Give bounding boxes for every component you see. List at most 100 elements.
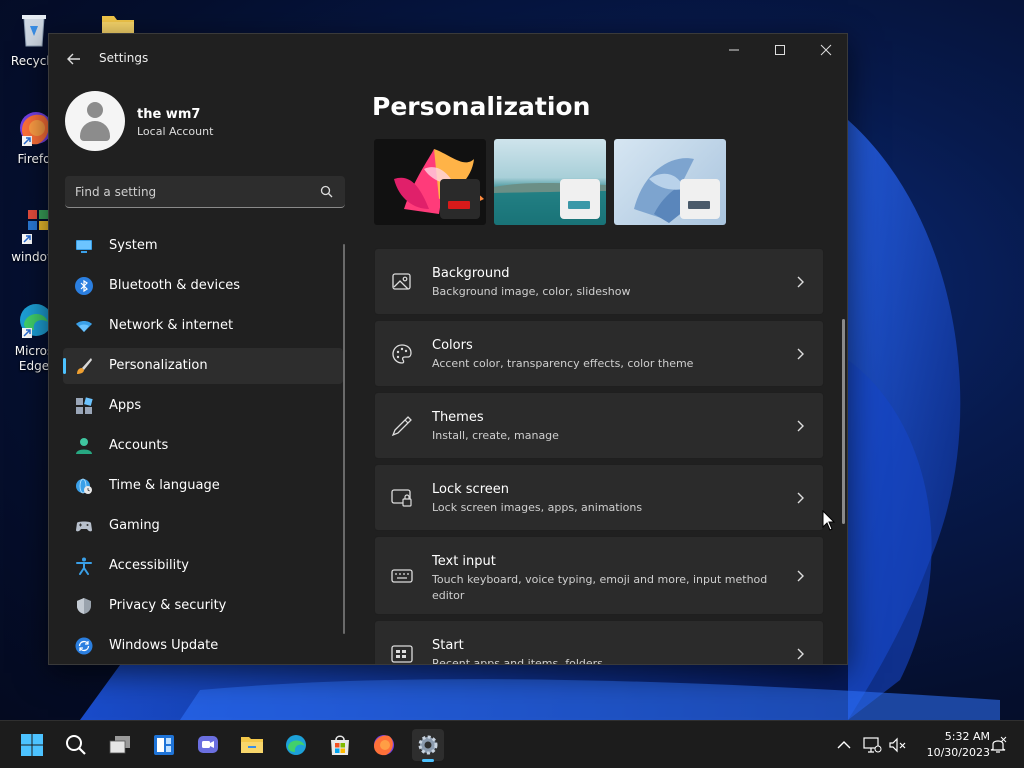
notification-bell-icon[interactable] [988,735,1008,755]
sidebar-nav: System Bluetooth & devices Network & int… [63,228,343,664]
theme-preview-glow[interactable] [374,139,486,225]
settings-cards: Background Background image, color, slid… [374,248,824,664]
sidebar-item-time-language[interactable]: Time & language [63,468,343,504]
minimize-button[interactable] [711,34,757,66]
search-box[interactable] [65,176,345,208]
card-title: Background [432,266,510,281]
file-explorer-button[interactable] [236,729,268,761]
sidebar-item-label: Time & language [109,478,220,493]
user-profile[interactable]: the wm7 Local Account [65,91,345,151]
taskbar-clock[interactable]: 5:32 AM 10/30/2023 [910,729,990,761]
sidebar-item-gaming[interactable]: Gaming [63,508,343,544]
card-title: Start [432,638,464,653]
store-button[interactable] [324,729,356,761]
task-view-button[interactable] [104,729,136,761]
card-background[interactable]: Background Background image, color, slid… [374,248,824,315]
card-title: Text input [432,554,496,569]
monitor-icon [76,240,92,253]
accessibility-icon [76,557,92,575]
chevron-right-icon [797,420,804,432]
card-start[interactable]: Start Recent apps and items, folders [374,620,824,664]
theme-preview-lake[interactable] [494,139,606,225]
sidebar-item-label: Personalization [109,358,208,373]
gear-icon [418,735,438,755]
search-input[interactable] [75,182,305,202]
desktop-icon-folder[interactable] [88,10,148,34]
card-subtitle: Touch keyboard, voice typing, emoji and … [432,573,768,602]
content-scrollbar[interactable] [842,319,845,524]
widgets-icon [154,735,174,755]
chevron-right-icon [797,348,804,360]
sidebar-item-label: Windows Update [109,638,219,653]
search-icon [66,735,86,755]
apps-icon [76,397,93,414]
firefox-icon [374,735,394,756]
avatar-body [80,121,110,141]
bluetooth-icon [75,277,93,295]
wifi-icon [76,321,92,332]
maximize-icon [775,45,785,55]
person-icon [76,438,92,454]
sidebar-item-windows-update[interactable]: Windows Update [63,628,343,664]
palette-icon [392,344,412,364]
store-icon [331,735,349,755]
firefox-button[interactable] [368,729,400,761]
sidebar-item-accessibility[interactable]: Accessibility [63,548,343,584]
card-colors[interactable]: Colors Accent color, transparency effect… [374,320,824,387]
shield-icon [77,598,91,614]
sidebar-item-bluetooth[interactable]: Bluetooth & devices [63,268,343,304]
close-button[interactable] [803,34,847,66]
widgets-button[interactable] [148,729,180,761]
chat-button[interactable] [192,729,224,761]
page-title: Personalization [372,92,591,121]
gamepad-icon [76,521,92,532]
sidebar-item-accounts[interactable]: Accounts [63,428,343,464]
title-bar: Settings [49,34,847,82]
back-button[interactable] [63,48,85,70]
search-taskbar-button[interactable] [60,729,92,761]
card-lock-screen[interactable]: Lock screen Lock screen images, apps, an… [374,464,824,531]
sidebar-item-label: Apps [109,398,142,413]
clock-date: 10/30/2023 [926,746,990,759]
sidebar-item-label: Bluetooth & devices [109,278,240,293]
sidebar-scrollbar[interactable] [343,244,345,634]
card-subtitle: Background image, color, slideshow [432,285,631,298]
taskbar: 5:32 AM 10/30/2023 [0,720,1024,768]
sidebar-item-label: Gaming [109,518,160,533]
chevron-right-icon [797,492,804,504]
edge-button[interactable] [280,729,312,761]
card-text-input[interactable]: Text input Touch keyboard, voice typing,… [374,536,824,615]
start-button[interactable] [16,729,48,761]
search-icon[interactable] [319,184,335,200]
theme-preview-bloom[interactable] [614,139,726,225]
sidebar-item-label: System [109,238,158,253]
card-themes[interactable]: Themes Install, create, manage [374,392,824,459]
keyboard-icon [391,569,413,583]
sidebar-item-label: Accessibility [109,558,189,573]
windows-logo-icon [21,734,43,756]
chevron-right-icon [797,570,804,582]
volume-muted-icon[interactable] [888,735,908,755]
sidebar-item-privacy[interactable]: Privacy & security [63,588,343,624]
settings-taskbar-button[interactable] [412,729,444,762]
theme-preview-window [440,179,480,219]
task-view-icon [109,736,130,754]
app-title: Settings [99,51,149,65]
globe-clock-icon [76,478,92,494]
theme-preview-window [680,179,720,219]
sidebar-item-network[interactable]: Network & internet [63,308,343,344]
chat-icon [198,736,218,753]
chevron-up-icon[interactable] [834,735,854,755]
sidebar-item-apps[interactable]: Apps [63,388,343,424]
account-type: Local Account [137,125,214,138]
sidebar-item-label: Network & internet [109,318,234,333]
folder-icon [98,10,138,34]
brush-icon [77,358,92,374]
avatar-head [87,102,103,118]
sidebar-item-system[interactable]: System [63,228,343,264]
sidebar-item-label: Accounts [109,438,169,453]
start-icon [391,645,413,663]
maximize-button[interactable] [757,34,803,66]
network-icon[interactable] [862,735,882,755]
sidebar-item-personalization[interactable]: Personalization [63,348,343,384]
